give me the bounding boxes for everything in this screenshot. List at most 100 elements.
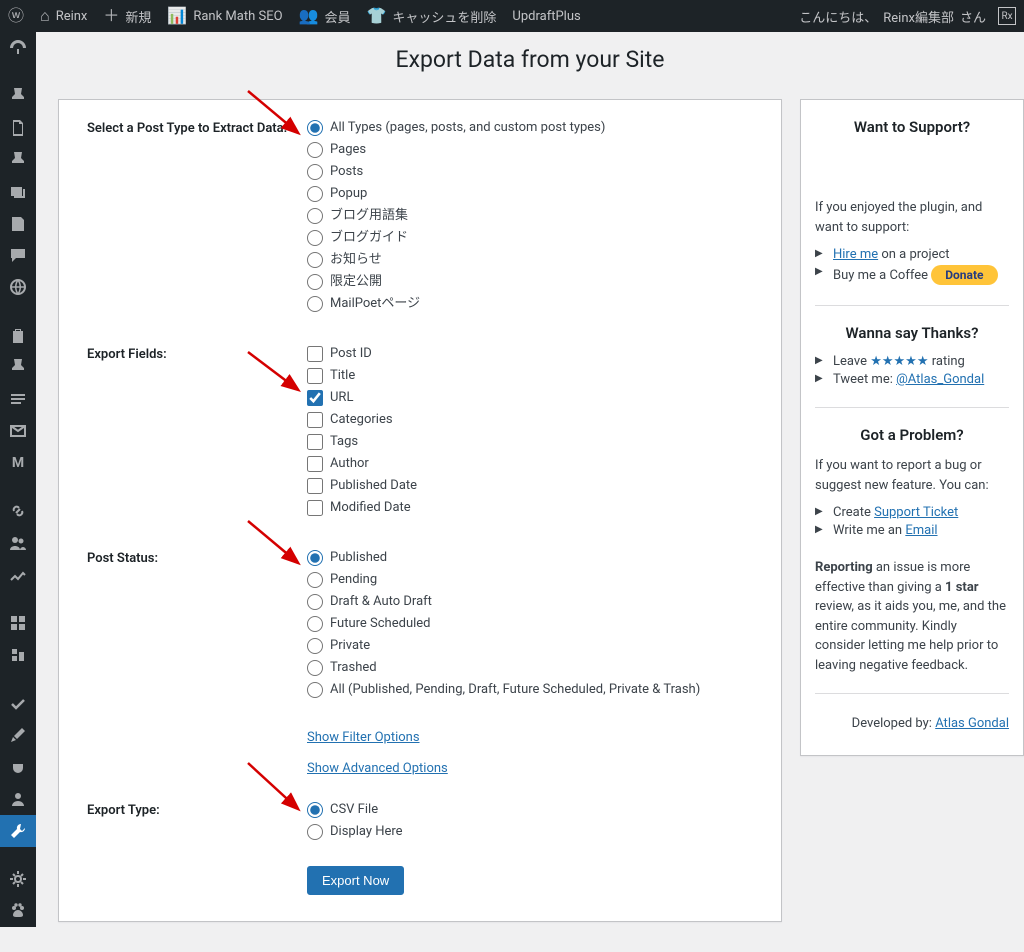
label-field-1[interactable]: Title [330,366,355,386]
label-field-0[interactable]: Post ID [330,344,372,364]
label-etype-1[interactable]: Display Here [330,822,403,842]
menu-pages-2[interactable] [0,208,36,240]
radio-pstatus-6[interactable] [307,682,323,698]
label-ptype-3[interactable]: Popup [330,184,367,204]
menu-pin-3[interactable] [0,352,36,384]
menu-clipboard[interactable] [0,320,36,352]
label-field-5[interactable]: Author [330,454,369,474]
members-menu[interactable]: 👥会員 [291,0,359,32]
ticket-link[interactable]: Support Ticket [874,505,958,520]
checkbox-field-4[interactable] [307,434,323,450]
donate-button[interactable]: Donate [931,265,997,285]
radio-pstatus-3[interactable] [307,616,323,632]
menu-analytics[interactable] [0,559,36,591]
menu-globe[interactable] [0,271,36,303]
export-now-button[interactable]: Export Now [307,866,404,895]
menu-media[interactable] [0,176,36,208]
checkbox-field-6[interactable] [307,478,323,494]
radio-pstatus-1[interactable] [307,572,323,588]
dev-link[interactable]: Atlas Gondal [935,716,1009,731]
label-pstatus-4[interactable]: Private [330,636,370,656]
label-field-6[interactable]: Published Date [330,476,417,496]
tweet-link[interactable]: @Atlas_Gondal [896,372,984,387]
radio-pstatus-5[interactable] [307,660,323,676]
radio-ptype-2[interactable] [307,164,323,180]
menu-link[interactable] [0,495,36,527]
label-field-7[interactable]: Modified Date [330,498,411,518]
new-content-menu[interactable]: ＋新規 [95,0,159,32]
label-pstatus-3[interactable]: Future Scheduled [330,614,431,634]
coffee-item: Buy me a Coffee Donate [815,265,1009,285]
radio-etype-0[interactable] [307,802,323,818]
menu-m[interactable]: M [0,447,36,479]
site-name-menu[interactable]: ⌂Reinx [32,0,95,32]
checkbox-field-1[interactable] [307,368,323,384]
checkbox-field-2[interactable] [307,390,323,406]
label-field-2[interactable]: URL [330,388,353,408]
menu-lines[interactable] [0,383,36,415]
radio-etype-1[interactable] [307,824,323,840]
clear-cache-menu[interactable]: 👕キャッシュを削除 [358,0,504,32]
label-pstatus-1[interactable]: Pending [330,570,377,590]
checkbox-field-5[interactable] [307,456,323,472]
updraft-menu[interactable]: UpdraftPlus [504,0,588,32]
wordpress-logo[interactable]: ⓦ [0,0,32,32]
menu-profile[interactable] [0,783,36,815]
radio-ptype-1[interactable] [307,142,323,158]
radio-pstatus-4[interactable] [307,638,323,654]
label-ptype-6[interactable]: お知らせ [330,250,382,270]
menu-pin-2[interactable] [0,144,36,176]
radio-pstatus-2[interactable] [307,594,323,610]
checkbox-field-3[interactable] [307,412,323,428]
menu-dashboard[interactable] [0,32,36,64]
label-ptype-0[interactable]: All Types (pages, posts, and custom post… [330,118,605,138]
radio-ptype-8[interactable] [307,296,323,312]
label-ptype-2[interactable]: Posts [330,162,363,182]
rankmath-menu[interactable]: 📊Rank Math SEO [159,0,290,32]
radio-ptype-5[interactable] [307,230,323,246]
menu-users[interactable] [0,527,36,559]
label-field-3[interactable]: Categories [330,410,393,430]
menu-settings[interactable] [0,863,36,895]
hire-me-link[interactable]: Hire me [833,247,878,262]
checkbox-field-0[interactable] [307,346,323,362]
label-pstatus-2[interactable]: Draft & Auto Draft [330,592,432,612]
menu-tools[interactable] [0,815,36,847]
label-ptype-7[interactable]: 限定公開 [330,272,382,292]
label-ptype-4[interactable]: ブログ用語集 [330,206,408,226]
menu-plugins[interactable] [0,751,36,783]
label-pstatus-5[interactable]: Trashed [330,658,377,678]
show-advanced-link[interactable]: Show Advanced Options [307,761,448,776]
label-ptype-1[interactable]: Pages [330,140,366,160]
shirt-icon: 👕 [366,8,386,24]
email-link[interactable]: Email [905,523,937,538]
radio-ptype-6[interactable] [307,252,323,268]
menu-pin-1[interactable] [0,81,36,113]
san-text: さん [960,7,986,26]
radio-ptype-4[interactable] [307,208,323,224]
menu-plugin[interactable] [0,639,36,671]
label-ptype-8[interactable]: MailPoetページ [330,294,420,314]
menu-blocks[interactable] [0,608,36,640]
menu-comments[interactable] [0,239,36,271]
menu-mail[interactable] [0,415,36,447]
problem-heading: Got a Problem? [815,426,1009,444]
label-ptype-5[interactable]: ブログガイド [330,228,408,248]
user-account-menu[interactable]: こんにちは、 Reinx編集部 さん Rx [791,0,1024,32]
menu-pages[interactable] [0,112,36,144]
checkbox-field-7[interactable] [307,500,323,516]
label-pstatus-6[interactable]: All (Published, Pending, Draft, Future S… [330,680,700,700]
label-etype-0[interactable]: CSV File [330,800,378,820]
stars-icon[interactable]: ★★★★★ [870,354,928,369]
menu-appearance[interactable] [0,720,36,752]
divider [815,407,1009,408]
radio-ptype-7[interactable] [307,274,323,290]
label-field-4[interactable]: Tags [330,432,358,452]
radio-pstatus-0[interactable] [307,550,323,566]
show-filter-link[interactable]: Show Filter Options [307,730,420,745]
menu-check[interactable] [0,688,36,720]
label-pstatus-0[interactable]: Published [330,548,387,568]
radio-ptype-0[interactable] [307,120,323,136]
radio-ptype-3[interactable] [307,186,323,202]
menu-paw[interactable] [0,895,36,927]
